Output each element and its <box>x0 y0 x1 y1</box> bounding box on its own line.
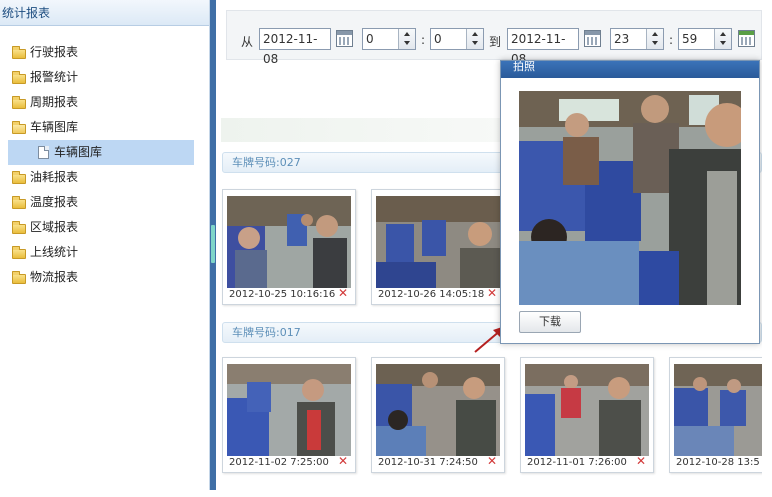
spinner-arrows-icon[interactable] <box>466 29 483 49</box>
start-minute-spinner[interactable]: 0 <box>430 28 484 50</box>
bus-interior-photo <box>674 364 772 456</box>
end-minute-value: 59 <box>682 32 698 46</box>
tree-item-label: 行驶报表 <box>30 45 79 59</box>
bus-interior-photo <box>376 196 500 288</box>
time-separator: : <box>421 33 426 47</box>
start-date-input[interactable]: 2012-11-08 <box>259 28 331 66</box>
end-date-input[interactable]: 2012-11-08 <box>507 28 579 66</box>
calendar-icon[interactable] <box>336 30 353 47</box>
to-label: 到 <box>489 35 502 49</box>
toolbar-band <box>221 118 501 142</box>
time-separator: : <box>669 33 674 47</box>
photo-thumbnail[interactable]: 2012-10-26 14:05:18 ✕ <box>371 189 505 305</box>
folder-icon <box>12 170 26 184</box>
tree-item-label: 报警统计 <box>30 70 79 84</box>
sidebar: 统计报表 行驶报表 报警统计 周期报表 车辆图库 车辆图库 油耗报表 温度报表 <box>0 0 210 490</box>
delete-icon[interactable]: ✕ <box>338 286 348 300</box>
tree-item-label: 周期报表 <box>30 95 79 109</box>
tree-item-alarm-stats[interactable]: 报警统计 <box>0 65 209 90</box>
spinner-arrows-icon[interactable] <box>714 29 731 49</box>
splitter-collapse-handle[interactable] <box>211 225 215 263</box>
delete-icon[interactable]: ✕ <box>487 286 497 300</box>
folder-open-icon <box>12 120 26 134</box>
tree-item-label: 区域报表 <box>30 220 79 234</box>
end-hour-value: 23 <box>614 32 630 46</box>
folder-icon <box>12 45 26 59</box>
photo-timestamp: 2012-10-31 7:24:50 <box>378 457 478 468</box>
photo-timestamp: 2012-10-28 13:5 <box>676 457 760 468</box>
folder-icon <box>12 245 26 259</box>
spinner-arrows-icon[interactable] <box>398 29 415 49</box>
folder-icon <box>12 270 26 284</box>
tree-item-online-stats[interactable]: 上线统计 <box>0 240 209 265</box>
sidebar-title: 统计报表 <box>0 0 209 26</box>
calendar-icon[interactable] <box>584 30 601 47</box>
tree-item-label: 车辆图库 <box>30 120 79 134</box>
tree-item-label: 温度报表 <box>30 195 79 209</box>
photo-timestamp: 2012-10-25 10:16:16 <box>229 289 336 300</box>
tree-item-vehicle-gallery[interactable]: 车辆图库 <box>0 115 209 140</box>
tree-item-temperature-report[interactable]: 温度报表 <box>0 190 209 215</box>
photo-timestamp: 2012-11-02 7:25:00 <box>229 457 329 468</box>
download-button[interactable]: 下载 <box>519 311 581 333</box>
photo-timestamp: 2012-11-01 7:26:00 <box>527 457 627 468</box>
delete-icon[interactable]: ✕ <box>487 454 497 468</box>
tree-item-area-report[interactable]: 区域报表 <box>0 215 209 240</box>
tree-item-vehicle-gallery-page[interactable]: 车辆图库 <box>8 140 194 165</box>
tree-item-label: 油耗报表 <box>30 170 79 184</box>
delete-icon[interactable]: ✕ <box>338 454 348 468</box>
bus-interior-photo <box>376 364 500 456</box>
document-icon <box>38 146 49 159</box>
spinner-arrows-icon[interactable] <box>646 29 663 49</box>
page-bottom-edge <box>0 490 772 497</box>
bus-interior-photo <box>525 364 649 456</box>
query-calendar-icon[interactable] <box>738 30 755 47</box>
photo-preview-popup: 拍照 下载 <box>500 60 760 344</box>
bus-interior-photo-large <box>519 91 741 305</box>
photo-thumbnail[interactable]: 2012-11-02 7:25:00 ✕ <box>222 357 356 473</box>
photo-thumbnail[interactable]: 2012-10-25 10:16:16 ✕ <box>222 189 356 305</box>
report-tree: 行驶报表 报警统计 周期报表 车辆图库 车辆图库 油耗报表 温度报表 区域报表 <box>0 40 209 290</box>
tree-item-label: 上线统计 <box>30 245 79 259</box>
photo-timestamp: 2012-10-26 14:05:18 <box>378 289 485 300</box>
popup-title: 拍照 <box>501 61 759 78</box>
tree-item-period-report[interactable]: 周期报表 <box>0 90 209 115</box>
photo-thumbnail[interactable]: 2012-10-28 13:5 ✕ <box>669 357 772 473</box>
tree-item-label: 物流报表 <box>30 270 79 284</box>
start-minute-value: 0 <box>434 32 442 46</box>
end-hour-spinner[interactable]: 23 <box>610 28 664 50</box>
tree-item-logistics-report[interactable]: 物流报表 <box>0 265 209 290</box>
tree-item-fuel-report[interactable]: 油耗报表 <box>0 165 209 190</box>
photo-thumbnail[interactable]: 2012-10-31 7:24:50 ✕ <box>371 357 505 473</box>
folder-icon <box>12 95 26 109</box>
folder-icon <box>12 195 26 209</box>
delete-icon[interactable]: ✕ <box>636 454 646 468</box>
time-filter-bar: 从 2012-11-08 0 : 0 到 2012-11-08 23 : 59 <box>226 10 762 66</box>
tree-item-driving-report[interactable]: 行驶报表 <box>0 40 209 65</box>
bus-interior-photo <box>227 196 351 288</box>
bus-interior-photo <box>227 364 351 456</box>
end-minute-spinner[interactable]: 59 <box>678 28 732 50</box>
folder-icon <box>12 70 26 84</box>
folder-icon <box>12 220 26 234</box>
start-hour-spinner[interactable]: 0 <box>362 28 416 50</box>
page-edge <box>762 0 772 490</box>
photo-thumbnail[interactable]: 2012-11-01 7:26:00 ✕ <box>520 357 654 473</box>
tree-item-label: 车辆图库 <box>54 145 103 159</box>
start-hour-value: 0 <box>366 32 374 46</box>
from-label: 从 <box>241 35 254 49</box>
